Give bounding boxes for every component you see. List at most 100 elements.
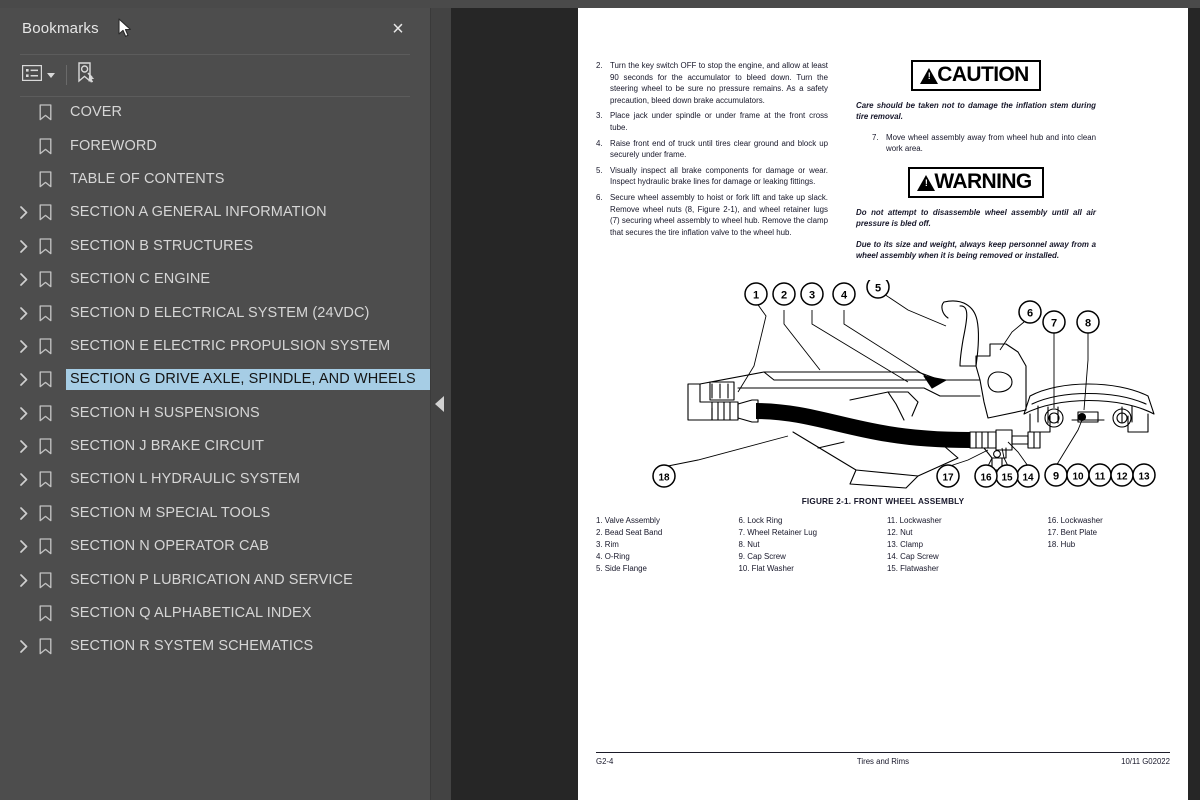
svg-text:16: 16 <box>980 473 992 484</box>
bookmark-item[interactable]: SECTION Q ALPHABETICAL INDEX <box>0 597 430 630</box>
chevron-right-icon[interactable] <box>14 397 34 430</box>
bookmark-item-label: SECTION J BRAKE CIRCUIT <box>70 438 265 455</box>
bookmark-item[interactable]: SECTION P LUBRICATION AND SERVICE <box>0 563 430 596</box>
parts-legend: 1. Valve Assembly 2. Bead Seat Band 3. Rim… <box>596 515 1176 575</box>
step-number: 2. <box>596 61 603 70</box>
svg-text:8: 8 <box>1085 318 1091 330</box>
chevron-right-icon[interactable] <box>14 297 34 330</box>
bookmark-item-label: SECTION L HYDRAULIC SYSTEM <box>70 471 301 488</box>
caution-box: CAUTION <box>911 60 1041 91</box>
bookmark-item[interactable]: COVER <box>0 96 430 129</box>
bookmark-icon <box>34 438 56 455</box>
svg-text:12: 12 <box>1116 472 1128 483</box>
bookmark-item[interactable]: SECTION D ELECTRICAL SYSTEM (24VDC) <box>0 296 430 329</box>
bookmark-item[interactable]: SECTION J BRAKE CIRCUIT <box>0 430 430 463</box>
bookmark-item[interactable]: SECTION H SUSPENSIONS <box>0 397 430 430</box>
bookmark-item[interactable]: SECTION E ELECTRIC PROPULSION SYSTEM <box>0 330 430 363</box>
warning-triangle-icon <box>917 175 936 191</box>
bookmark-list[interactable]: COVER FOREWORD TABLE OF CONTENTS SECTION A … <box>0 96 430 800</box>
bookmark-item-label: SECTION A GENERAL INFORMATION <box>70 204 327 221</box>
part-legend-item: 15. Flatwasher <box>887 563 939 573</box>
page-footer: G2-4 Tires and Rims 10/11 G02022 <box>596 752 1170 766</box>
figure-illustration: 1 2 3 4 5 6 7 8 9 10 11 12 13 14 15 16 1… <box>588 275 1180 490</box>
part-legend-item: 4. O-Ring <box>596 551 630 561</box>
close-icon[interactable]: × <box>386 18 410 42</box>
twisty-placeholder <box>14 163 34 196</box>
bookmark-icon <box>34 405 56 422</box>
chevron-right-icon[interactable] <box>14 564 34 597</box>
bookmark-item[interactable]: SECTION C ENGINE <box>0 263 430 296</box>
collapse-panel-handle[interactable] <box>435 396 444 412</box>
instruction-step: 6. Secure wheel assembly to hoist or fork… <box>596 192 828 238</box>
part-legend-item: 2. Bead Seat Band <box>596 527 663 537</box>
chevron-down-icon <box>47 72 55 78</box>
step-number: 5. <box>596 165 603 175</box>
twisty-placeholder <box>14 597 34 630</box>
bookmark-item[interactable]: TABLE OF CONTENTS <box>0 163 430 196</box>
step-7: 7. Move wheel assembly away from wheel h… <box>856 132 1096 155</box>
bookmark-item[interactable]: SECTION N OPERATOR CAB <box>0 530 430 563</box>
instruction-step: 3. Place jack under spindle or under fram… <box>596 110 828 133</box>
bookmark-item[interactable]: SECTION L HYDRAULIC SYSTEM <box>0 463 430 496</box>
bookmark-item-label: SECTION H SUSPENSIONS <box>70 404 260 421</box>
bookmark-item-label: SECTION Q ALPHABETICAL INDEX <box>70 605 312 622</box>
chevron-right-icon[interactable] <box>14 430 34 463</box>
bookmark-item[interactable]: SECTION A GENERAL INFORMATION <box>0 196 430 229</box>
chevron-right-icon[interactable] <box>14 330 34 363</box>
step-number: 3. <box>596 111 603 121</box>
part-legend-item: 9. Cap Screw <box>738 551 786 561</box>
part-legend-item: 10. Flat Washer <box>738 563 794 573</box>
part-legend-item: 8. Nut <box>738 539 760 549</box>
bookmark-icon <box>34 204 56 221</box>
chevron-right-icon[interactable] <box>14 363 34 396</box>
svg-text:17: 17 <box>942 473 954 484</box>
svg-text:11: 11 <box>1095 472 1106 483</box>
bookmark-icon <box>34 605 56 622</box>
bookmark-item[interactable]: SECTION B STRUCTURES <box>0 230 430 263</box>
bookmark-icon <box>34 271 56 288</box>
part-legend-item: 11. Lockwasher <box>887 516 942 525</box>
part-legend-item: 18. Hub <box>1047 539 1076 549</box>
chevron-right-icon[interactable] <box>14 463 34 496</box>
find-bookmark-button[interactable] <box>76 61 96 89</box>
alerts-column: CAUTION Care should be taken not to dama… <box>856 60 1096 271</box>
window-top-strip <box>0 0 1200 8</box>
bookmark-item-label: SECTION E ELECTRIC PROPULSION SYSTEM <box>70 337 391 354</box>
step-text: Raise front end of truck until tires cle… <box>610 138 828 160</box>
bookmark-item-label: COVER <box>70 104 123 121</box>
bookmark-item[interactable]: SECTION M SPECIAL TOOLS <box>0 497 430 530</box>
part-legend-item: 16. Lockwasher <box>1047 516 1103 525</box>
bookmark-item[interactable]: FOREWORD <box>0 129 430 162</box>
front-wheel-assembly-drawing: 1 2 3 4 5 6 7 8 9 10 11 12 13 14 15 16 1… <box>652 275 1156 489</box>
panel-title: Bookmarks <box>22 20 99 37</box>
chevron-right-icon[interactable] <box>14 230 34 263</box>
chevron-right-icon[interactable] <box>14 630 34 663</box>
chevron-right-icon[interactable] <box>14 196 34 229</box>
figure-caption: FIGURE 2-1. FRONT WHEEL ASSEMBLY <box>801 497 965 506</box>
bookmarks-toolbar <box>0 55 430 96</box>
bookmark-item[interactable]: SECTION R SYSTEM SCHEMATICS <box>0 630 430 663</box>
parts-column-2: 6. Lock Ring 7. Wheel Retainer Lug 8. Nut 9… <box>725 515 868 575</box>
footer-section-title: Tires and Rims <box>856 757 910 766</box>
bookmark-item[interactable]: SECTION G DRIVE AXLE, SPINDLE, AND WHEEL… <box>0 363 430 396</box>
bookmark-item-label: FOREWORD <box>70 137 157 154</box>
bookmark-search-icon <box>76 61 96 89</box>
step-number: 6. <box>596 192 603 202</box>
twisty-placeholder <box>14 130 34 163</box>
chevron-right-icon[interactable] <box>14 263 34 296</box>
chevron-right-icon[interactable] <box>14 530 34 563</box>
bookmark-options-button[interactable] <box>21 62 55 88</box>
step-text: Visually inspect all brake components fo… <box>610 165 828 187</box>
bookmarks-panel: Bookmarks × COVER FOREWORD TABLE OF CONT… <box>0 8 431 800</box>
chevron-right-icon[interactable] <box>14 497 34 530</box>
caution-label: CAUTION <box>937 63 1029 86</box>
instruction-step: 4. Raise front end of truck until tires c… <box>596 138 828 161</box>
warning-text-2: Due to its size and weight, always keep … <box>856 239 1096 261</box>
bookmark-item-label: SECTION D ELECTRICAL SYSTEM (24VDC) <box>70 304 370 321</box>
instruction-step: 5. Visually inspect all brake components … <box>596 165 828 188</box>
document-viewport[interactable]: 2. Turn the key switch OFF to stop the en… <box>451 8 1200 800</box>
footer-doc-code: 10/11 G02022 <box>1121 757 1170 766</box>
parts-column-3: 11. Lockwasher 12. Nut 13. Clamp 14. Cap Sc… <box>867 515 1016 575</box>
caution-banner: CAUTION <box>856 60 1096 100</box>
parts-column-1: 1. Valve Assembly 2. Bead Seat Band 3. Rim… <box>596 515 725 575</box>
